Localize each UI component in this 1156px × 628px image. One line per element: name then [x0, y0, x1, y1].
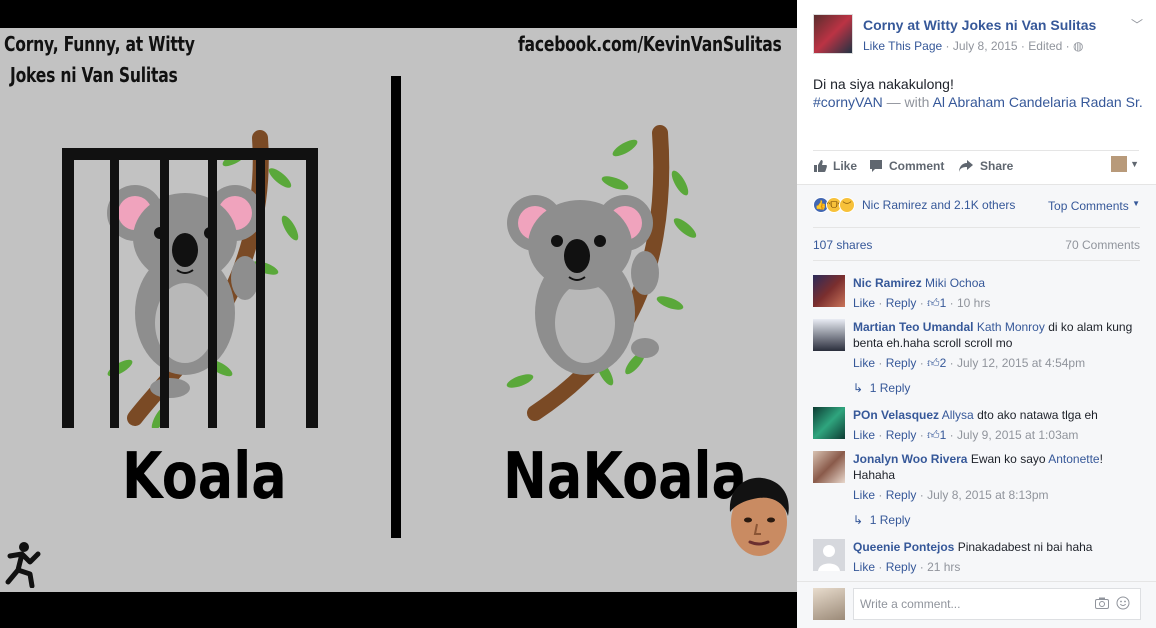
write-comment-bar [797, 581, 1156, 628]
edited-label[interactable]: Edited [1028, 39, 1062, 53]
meme-caption-line1: Corny, Funny, at Witty [4, 32, 195, 56]
viewer-avatar [1111, 156, 1128, 172]
post-meta: Like This Page · July 8, 2015 · Edited ·… [863, 39, 1084, 53]
comment-reply-link[interactable]: Reply [886, 296, 917, 310]
like-page-link[interactable]: Like This Page [863, 39, 942, 53]
running-man-logo-icon [5, 542, 41, 588]
post-actions: Like Comment Share ▼ [813, 150, 1139, 180]
photo-viewer[interactable]: Corny, Funny, at Witty Jokes ni Van Suli… [0, 0, 797, 628]
post-stats: 107 shares 70 Comments [813, 227, 1140, 255]
commenter-name[interactable]: Martian Teo Umandal [853, 320, 973, 334]
caged-koala-illustration [62, 130, 318, 428]
emoji-icon[interactable] [1116, 596, 1130, 610]
commenter-avatar[interactable] [813, 407, 845, 439]
thumbs-up-icon: 👍︎ [927, 296, 940, 310]
meme-image: Corny, Funny, at Witty Jokes ni Van Suli… [0, 28, 797, 592]
comment-time[interactable]: 21 hrs [927, 560, 960, 574]
free-koala-illustration [506, 125, 697, 421]
commenter-avatar[interactable] [813, 275, 845, 307]
comment-reply-link[interactable]: Reply [886, 488, 917, 502]
tagged-name[interactable]: Miki Ochoa [925, 276, 985, 290]
meme-caption-line2: Jokes ni Van Sulitas [10, 63, 178, 87]
view-replies-link[interactable]: ↳ 1 Reply [853, 381, 910, 395]
thumbs-up-icon: 👍︎ [927, 356, 940, 370]
current-user-avatar [813, 588, 845, 620]
thumbs-up-icon [814, 160, 827, 172]
top-comments-dropdown[interactable]: Top Comments ▼ [1048, 199, 1140, 213]
tagged-name[interactable]: Kath Monroy [977, 320, 1045, 334]
comment-like-count[interactable]: 👍︎1 [927, 296, 946, 310]
comment-list: Nic Ramirez Miki Ochoa Like · Reply · 👍︎… [797, 261, 1156, 581]
sad-reaction-icon: ︶ [839, 197, 855, 213]
comment-reply-link[interactable]: Reply [886, 428, 917, 442]
comment-like-link[interactable]: Like [853, 560, 875, 574]
share-arrow-icon [959, 160, 973, 172]
comment-time[interactable]: July 8, 2015 at 8:13pm [927, 488, 1048, 502]
commenter-avatar[interactable] [813, 539, 845, 571]
reply-arrow-icon: ↳ [853, 381, 864, 395]
shares-link[interactable]: 107 shares [813, 238, 872, 252]
commenter-avatar[interactable] [813, 319, 845, 351]
comment-time[interactable]: July 9, 2015 at 1:03am [957, 428, 1078, 442]
post-side-panel: Corny at Witty Jokes ni Van Sulitas Like… [797, 0, 1156, 628]
comment-text: Ewan ko sayo [970, 452, 1046, 466]
comment-like-link[interactable]: Like [853, 296, 875, 310]
tagged-person-link[interactable]: Al Abraham Candelaria Radan Sr. [933, 94, 1143, 110]
commenter-name[interactable]: Nic Ramirez [853, 276, 922, 290]
commenter-avatar[interactable] [813, 451, 845, 483]
post-as-selector[interactable]: ▼ [1111, 156, 1139, 172]
reaction-text[interactable]: Nic Ramirez and 2.1K others [862, 198, 1015, 212]
post-header: Corny at Witty Jokes ni Van Sulitas Like… [813, 14, 1143, 64]
share-button[interactable]: Share [958, 159, 1013, 173]
comment-like-link[interactable]: Like [853, 428, 875, 442]
comment-like-count[interactable]: 👍︎2 [927, 356, 946, 370]
with-label: — with [886, 94, 930, 110]
camera-icon[interactable] [1095, 597, 1109, 609]
comment-time[interactable]: July 12, 2015 at 4:54pm [957, 356, 1085, 370]
reply-arrow-icon: ↳ [853, 513, 864, 527]
chevron-down-icon[interactable]: ﹀ [1131, 16, 1143, 33]
comment-like-link[interactable]: Like [853, 356, 875, 370]
like-button[interactable]: Like [813, 159, 857, 173]
hashtag-link[interactable]: #cornyVAN [813, 94, 883, 110]
comment-like-link[interactable]: Like [853, 488, 875, 502]
reactions-summary[interactable]: 👍 ᵔᗜᵔ ︶ Nic Ramirez and 2.1K others [813, 197, 1015, 213]
comment-like-count[interactable]: 👍︎1 [927, 428, 946, 442]
post-message: Di na siya nakakulong! #cornyVAN — with … [813, 75, 1143, 111]
comment-button[interactable]: Comment [869, 159, 944, 173]
caret-down-icon: ▼ [1132, 199, 1140, 208]
comment-text: dto ako natawa tlga eh [977, 408, 1098, 422]
comment-time[interactable]: 10 hrs [957, 296, 990, 310]
post-date[interactable]: July 8, 2015 [953, 39, 1018, 53]
commenter-name[interactable]: Jonalyn Woo Rivera [853, 452, 967, 466]
caret-down-icon: ▼ [1130, 159, 1139, 169]
comment-reply-link[interactable]: Reply [886, 560, 917, 574]
default-avatar-icon [818, 545, 840, 571]
page-name-link[interactable]: Corny at Witty Jokes ni Van Sulitas [863, 17, 1096, 33]
koala-label: Koala [122, 440, 287, 514]
page-avatar[interactable] [813, 14, 853, 54]
thumbs-up-icon: 👍︎ [927, 428, 940, 442]
commenter-name[interactable]: Queenie Pontejos [853, 540, 954, 554]
globe-icon: ◍ [1072, 39, 1084, 53]
nakoala-label: NaKoala [503, 440, 747, 514]
tagged-name[interactable]: Antonette [1048, 452, 1099, 466]
tagged-name[interactable]: Allysa [942, 408, 974, 422]
comment-text: Pinakadabest ni bai haha [957, 540, 1093, 554]
comment-icon [870, 160, 882, 172]
feedback-section: 👍 ᵔᗜᵔ ︶ Nic Ramirez and 2.1K others Top … [797, 184, 1156, 628]
commenter-name[interactable]: POn Velasquez [853, 408, 939, 422]
meme-url: facebook.com/KevinVanSulitas [518, 32, 782, 56]
comment-reply-link[interactable]: Reply [886, 356, 917, 370]
comments-count[interactable]: 70 Comments [1065, 238, 1140, 252]
author-face-sticker [729, 477, 789, 556]
view-replies-link[interactable]: ↳ 1 Reply [853, 513, 910, 527]
post-text: Di na siya nakakulong! [813, 76, 954, 92]
meme-divider [391, 76, 401, 538]
